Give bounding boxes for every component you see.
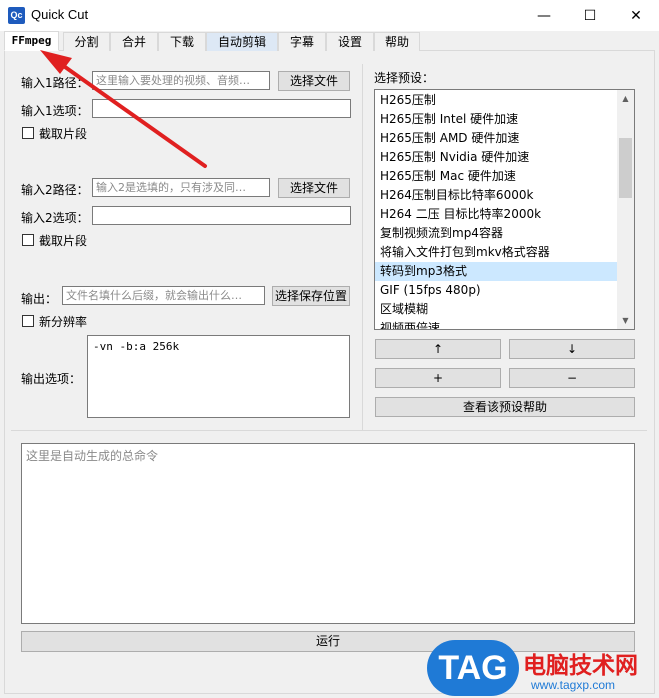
input1-clip-checkbox[interactable] [22,127,34,139]
input2-clip-label: 截取片段 [39,234,88,248]
preset-list-item[interactable]: H264压制目标比特率6000k [375,186,618,205]
output-path-field[interactable]: 文件名填什么后缀，就会输出什么… [62,286,265,305]
input2-clip-checkbox[interactable] [22,234,34,246]
new-resolution-checkbox[interactable] [22,315,34,327]
presets-scrollbar[interactable]: ▲ ▼ [617,90,634,329]
preset-list-item[interactable]: 视频两倍速 [375,319,618,329]
tab-merge[interactable]: 合并 [110,32,158,51]
tab-split[interactable]: 分割 [63,32,110,51]
output-options-label: 输出选项： [21,372,82,386]
scroll-up-icon[interactable]: ▲ [617,90,634,107]
preset-help-button[interactable]: 查看该预设帮助 [375,397,635,417]
input2-path-label: 输入2路径： [21,183,89,197]
watermark-logo: TAG [427,640,519,696]
tab-auto-edit[interactable]: 自动剪辑 [206,32,278,51]
input1-path-label: 输入1路径： [21,76,89,90]
tab-help[interactable]: 帮助 [374,32,420,51]
preset-list-item[interactable]: H264 二压 目标比特率2000k [375,205,618,224]
new-resolution-label: 新分辨率 [39,315,88,329]
tab-subtitles[interactable]: 字幕 [278,32,326,51]
input1-options-label: 输入1选项： [21,104,89,118]
preset-list-item[interactable]: 区域模糊 [375,300,618,319]
output-label: 输出： [21,292,58,306]
preset-list-item[interactable]: 转码到mp3格式 [375,262,618,281]
preset-list-item[interactable]: 复制视频流到mp4容器 [375,224,618,243]
input1-path-field[interactable]: 这里输入要处理的视频、音频… [92,71,270,90]
panel-divider [362,64,363,430]
input1-clip-label: 截取片段 [39,127,88,141]
input2-options-field[interactable] [92,206,351,225]
remove-preset-button[interactable]: − [509,368,635,388]
presets-label: 选择预设： [374,71,435,85]
minimize-button[interactable]: — [521,0,567,31]
section-divider [11,430,647,431]
input2-options-label: 输入2选项： [21,211,89,225]
move-down-button[interactable]: ↓ [509,339,635,359]
preset-list-item[interactable]: GIF (15fps 480p) [375,281,618,300]
preset-list-item[interactable]: H265压制 Mac 硬件加速 [375,167,618,186]
tab-settings[interactable]: 设置 [326,32,374,51]
title-bar: Qc Quick Cut — ☐ ✕ [0,0,659,31]
close-button[interactable]: ✕ [613,0,659,31]
watermark-site-name: 电脑技术网 [523,653,638,679]
app-icon: Qc [8,7,25,24]
add-preset-button[interactable]: + [375,368,501,388]
watermark-url: www.tagxp.com [531,678,616,692]
output-options-field[interactable]: -vn -b:a 256k [87,335,350,418]
tab-download[interactable]: 下载 [158,32,206,51]
scroll-thumb[interactable] [619,138,632,198]
preset-list-item[interactable]: H265压制 AMD 硬件加速 [375,129,618,148]
scroll-down-icon[interactable]: ▼ [617,312,634,329]
window-title: Quick Cut [31,7,89,22]
command-output-field[interactable]: 这里是自动生成的总命令 [21,443,635,624]
watermark: TAG 电脑技术网 www.tagxp.com [427,640,657,696]
input2-path-field[interactable]: 输入2是选填的，只有涉及同… [92,178,270,197]
preset-list-item[interactable]: 将输入文件打包到mkv格式容器 [375,243,618,262]
maximize-button[interactable]: ☐ [567,0,613,31]
preset-list-item[interactable]: H265压制 Intel 硬件加速 [375,110,618,129]
preset-list-item[interactable]: H265压制 [375,91,618,110]
move-up-button[interactable]: ↑ [375,339,501,359]
presets-list[interactable]: H265压制 H265压制 Intel 硬件加速 H265压制 AMD 硬件加速 H2… [374,89,635,330]
preset-list-item[interactable]: H265压制 Nvidia 硬件加速 [375,148,618,167]
tab-ffmpeg[interactable]: FFmpeg [4,31,59,51]
choose-save-location-button[interactable]: 选择保存位置 [272,286,350,306]
input1-choose-file-button[interactable]: 选择文件 [278,71,350,91]
input1-options-field[interactable] [92,99,351,118]
input2-choose-file-button[interactable]: 选择文件 [278,178,350,198]
